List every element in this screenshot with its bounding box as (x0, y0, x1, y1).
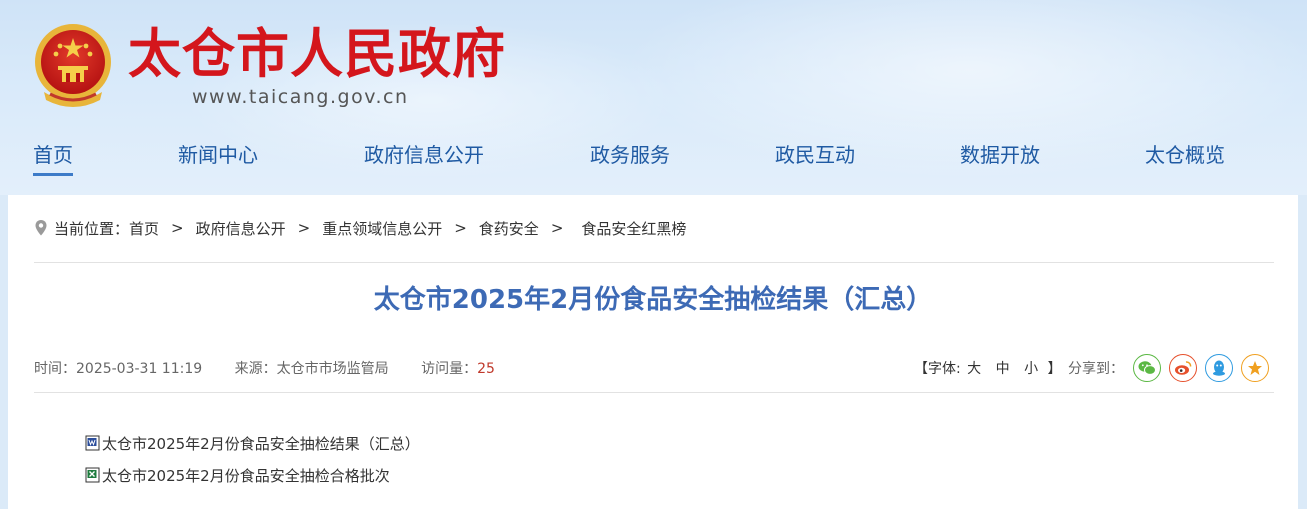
font-size-label: 【字体: (914, 361, 961, 377)
share-label: 分享到： (1068, 361, 1124, 377)
qq-share-button[interactable] (1205, 354, 1233, 382)
location-pin-icon (35, 220, 47, 236)
breadcrumb-gov-info[interactable]: 政府信息公开 (196, 218, 286, 239)
divider (34, 262, 1274, 263)
attachment-link[interactable]: 太仓市2025年2月份食品安全抽检合格批次 (85, 464, 390, 486)
excel-icon (85, 467, 100, 483)
breadcrumb-red-black-list[interactable]: 食品安全红黑榜 (581, 218, 686, 239)
nav-item-interaction[interactable]: 政民互动 (775, 140, 855, 180)
font-size-close-bracket: 】 (1047, 361, 1062, 377)
site-url: www.taicang.gov.cn (192, 86, 409, 108)
star-icon (1248, 361, 1262, 375)
breadcrumb-home[interactable]: 首页 (129, 218, 159, 239)
font-size-control: 【字体: 大 中 小 】 (914, 358, 1062, 378)
breadcrumb-separator: > (171, 219, 184, 237)
national-emblem-icon (35, 24, 111, 107)
visit-count-label: 访问量：25 (421, 361, 495, 377)
site-header: 太仓市人民政府 www.taicang.gov.cn 首页 新闻中心 政府信息公… (0, 0, 1307, 195)
attachment-name: 太仓市2025年2月份食品安全抽检结果（汇总） (102, 434, 420, 453)
visit-label: 访问量： (421, 361, 478, 377)
site-title: 太仓市人民政府 (128, 24, 506, 85)
font-size-medium-button[interactable]: 中 (996, 361, 1010, 377)
wechat-icon (1138, 361, 1156, 375)
breadcrumb-key-areas[interactable]: 重点领域信息公开 (322, 218, 442, 239)
attachment-link[interactable]: 太仓市2025年2月份食品安全抽检结果（汇总） (85, 432, 420, 454)
breadcrumb-prefix: 当前位置： (54, 219, 130, 238)
publish-time: 时间：2025-03-31 11:19 (34, 361, 203, 377)
attachment-name: 太仓市2025年2月份食品安全抽检合格批次 (102, 466, 390, 485)
breadcrumb: 当前位置： 首页 > 政府信息公开 > 重点领域信息公开 > 食药安全 > 食品… (34, 217, 686, 239)
weibo-share-button[interactable] (1169, 354, 1197, 382)
breadcrumb-separator: > (550, 219, 564, 237)
nav-item-home[interactable]: 首页 (33, 140, 73, 180)
divider (34, 392, 1274, 393)
article-title: 太仓市2025年2月份食品安全抽检结果（汇总） (373, 285, 933, 315)
breadcrumb-separator: > (454, 219, 467, 237)
qq-icon (1213, 360, 1225, 376)
nav-item-overview[interactable]: 太仓概览 (1145, 140, 1225, 180)
weibo-icon (1175, 361, 1192, 375)
nav-item-services[interactable]: 政务服务 (590, 140, 670, 180)
font-size-small-button[interactable]: 小 (1024, 361, 1038, 377)
visit-count: 25 (477, 361, 495, 377)
nav-item-gov-info[interactable]: 政府信息公开 (364, 140, 484, 180)
main-nav: 首页 新闻中心 政府信息公开 政务服务 政民互动 数据开放 太仓概览 (0, 140, 1307, 180)
breadcrumb-food-drug-safety[interactable]: 食药安全 (479, 218, 539, 239)
article-source: 来源：太仓市市场监管局 (234, 361, 389, 377)
nav-item-news[interactable]: 新闻中心 (178, 140, 258, 180)
breadcrumb-separator: > (297, 219, 311, 237)
font-size-large-button[interactable]: 大 (967, 361, 981, 377)
content-panel: 当前位置： 首页 > 政府信息公开 > 重点领域信息公开 > 食药安全 > 食品… (8, 195, 1298, 509)
nav-item-open-data[interactable]: 数据开放 (960, 140, 1040, 180)
word-doc-icon (85, 435, 100, 451)
article-meta: 时间：2025-03-31 11:19 来源：太仓市市场监管局 访问量：25 (34, 358, 495, 378)
wechat-share-button[interactable] (1133, 354, 1161, 382)
favorite-share-button[interactable] (1241, 354, 1269, 382)
